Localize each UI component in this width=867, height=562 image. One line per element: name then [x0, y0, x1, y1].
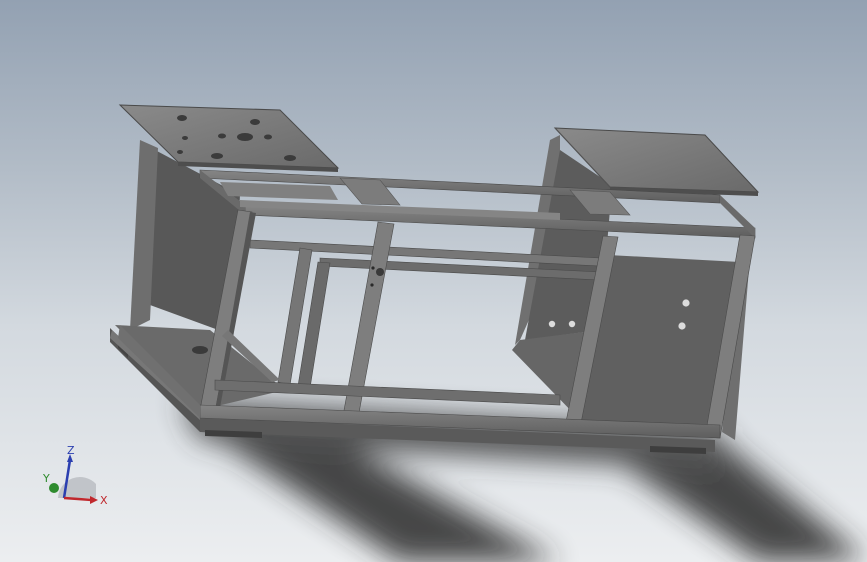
y-axis-label: Y	[42, 472, 50, 485]
z-axis-label: Z	[67, 444, 75, 457]
orientation-triad[interactable]: Z X Y	[30, 440, 120, 510]
3d-viewport[interactable]: Z X Y	[0, 0, 867, 562]
model-scene[interactable]	[0, 0, 867, 562]
left-side-panel[interactable]	[110, 140, 285, 420]
x-axis-label: X	[100, 494, 108, 507]
y-axis[interactable]	[49, 483, 59, 493]
x-axis[interactable]	[63, 496, 93, 502]
